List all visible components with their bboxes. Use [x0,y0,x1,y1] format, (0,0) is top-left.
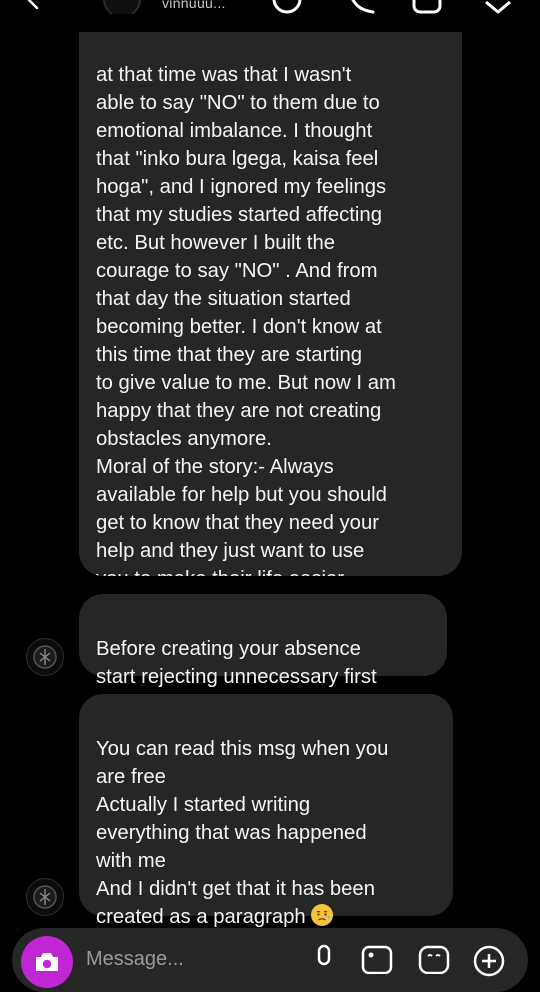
header-username[interactable]: vinnuuu... [162,0,226,11]
video-icon[interactable] [410,0,450,14]
message-bubble[interactable]: Before creating your absence start rejec… [79,594,447,688]
camera-icon [36,953,58,971]
microphone-icon[interactable] [310,944,338,974]
message-text: Before creating your absence start rejec… [96,638,377,688]
sender-avatar[interactable] [26,638,64,676]
gallery-icon[interactable] [360,944,394,974]
plus-icon[interactable] [472,944,506,978]
flag-icon[interactable] [482,0,516,14]
message-bubble[interactable]: at that time was that I wasn't able to s… [79,32,462,576]
phone-icon[interactable] [345,0,379,14]
call-icon[interactable] [270,0,304,14]
sticker-icon[interactable] [417,944,451,974]
message-text: You can read this msg when you are free … [96,738,389,928]
header-avatar[interactable] [103,0,141,14]
message-bubble[interactable]: You can read this msg when you are free … [79,694,453,928]
message-composer [12,928,528,992]
back-arrow-icon[interactable] [22,0,46,12]
message-text: at that time was that I wasn't able to s… [96,64,396,576]
sender-avatar[interactable] [26,878,64,916]
sad-relieved-face-emoji-icon [310,904,333,926]
chat-header: vinnuuu... [0,0,540,14]
message-input[interactable] [86,946,306,972]
camera-button[interactable] [21,936,73,988]
avatar-emblem-icon [33,885,57,909]
avatar-emblem-icon [33,645,57,669]
